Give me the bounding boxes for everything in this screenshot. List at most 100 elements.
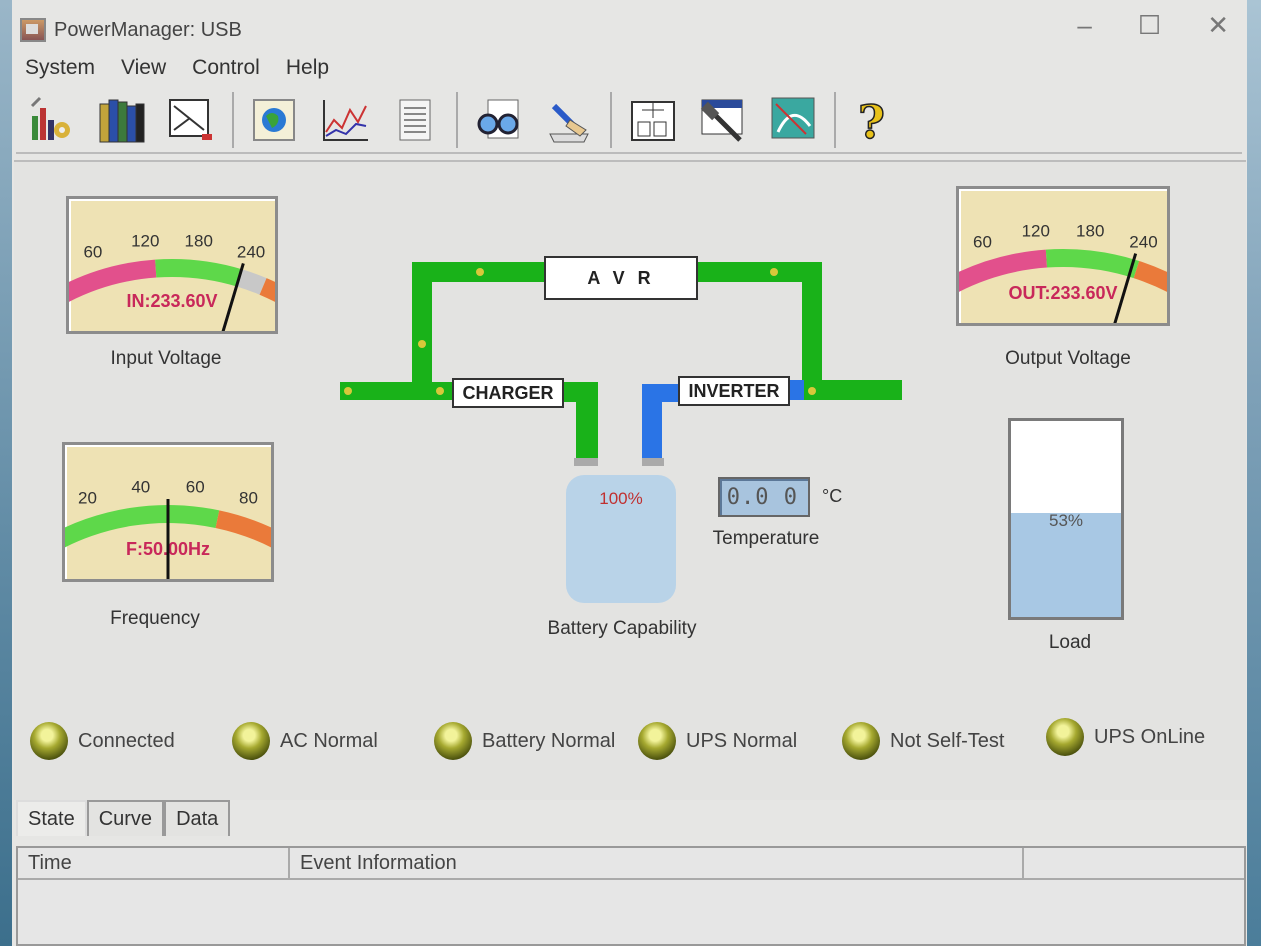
status-self-test: Not Self-Test bbox=[842, 722, 1004, 760]
input-voltage-meter: 060120180240300IN:233.60V bbox=[66, 196, 278, 334]
battery-percent: 100% bbox=[599, 489, 643, 508]
status-ac-normal: AC Normal bbox=[232, 722, 378, 760]
globe-icon bbox=[253, 99, 295, 141]
status-ups-online: UPS OnLine bbox=[1046, 718, 1205, 756]
gauge-scale-label: 180 bbox=[185, 231, 213, 250]
toolbar-document-button[interactable] bbox=[380, 90, 450, 150]
toolbar-separator bbox=[834, 92, 836, 148]
inverter-box: INVERTER bbox=[678, 376, 790, 406]
output-voltage-gauge: 060120180240300OUT:233.60V bbox=[959, 221, 1167, 323]
maximize-button[interactable]: ☐ bbox=[1138, 10, 1161, 41]
toolbar-hand-button[interactable] bbox=[534, 90, 604, 150]
input-voltage-gauge: 060120180240300IN:233.60V bbox=[69, 231, 275, 331]
books-icon bbox=[99, 99, 145, 143]
status-battery-normal: Battery Normal bbox=[434, 722, 615, 760]
toolbar-glasses-button[interactable] bbox=[464, 90, 534, 150]
status-label: Not Self-Test bbox=[890, 729, 1005, 752]
tab-curve[interactable]: Curve bbox=[86, 800, 165, 836]
toolbar-hammer-button[interactable] bbox=[688, 90, 758, 150]
input-riser bbox=[412, 262, 432, 400]
tab-data[interactable]: Data bbox=[164, 800, 231, 836]
menu-system[interactable]: System bbox=[12, 54, 108, 86]
gauge-scale-label: 60 bbox=[186, 477, 205, 496]
status-label: UPS OnLine bbox=[1094, 725, 1206, 748]
frequency-meter: 020406080100F:50.00Hz bbox=[62, 442, 274, 582]
frequency-label: Frequency bbox=[110, 608, 200, 629]
gauge-scale-label: 40 bbox=[131, 477, 150, 496]
toolbar-separator bbox=[610, 92, 612, 148]
app-icon bbox=[20, 18, 46, 42]
document-list-icon bbox=[399, 99, 431, 141]
toolbar-books-button[interactable] bbox=[86, 90, 156, 150]
led-icon bbox=[1046, 718, 1084, 756]
status-label: Battery Normal bbox=[482, 729, 616, 752]
status-connected: Connected bbox=[30, 722, 175, 760]
gauge-scale-label: 60 bbox=[83, 242, 102, 261]
hand-writing-icon bbox=[549, 103, 589, 143]
tab-strip: State Curve Data bbox=[16, 800, 231, 836]
toolbar: ? bbox=[16, 88, 1242, 154]
event-log-table: Time Event Information bbox=[16, 846, 1246, 946]
column-event-information[interactable]: Event Information bbox=[290, 848, 1024, 878]
output-voltage-meter: 060120180240300OUT:233.60V bbox=[956, 186, 1170, 326]
schedule-edit-icon bbox=[169, 99, 212, 140]
glasses-icon bbox=[477, 99, 519, 139]
chart-icon bbox=[323, 100, 368, 141]
toolbar-separator bbox=[456, 92, 458, 148]
load-gauge: 53% bbox=[1008, 418, 1124, 620]
title-bar: PowerManager: USB – ☐ ✕ bbox=[12, 10, 1247, 50]
column-time[interactable]: Time bbox=[18, 848, 290, 878]
close-button[interactable]: ✕ bbox=[1207, 10, 1229, 41]
temperature-unit: °C bbox=[822, 486, 843, 506]
led-icon bbox=[434, 722, 472, 760]
load-label: Load bbox=[1048, 632, 1092, 653]
gauge-band bbox=[155, 259, 243, 287]
battery-label: Battery Capability bbox=[547, 618, 697, 639]
charger-box: CHARGER bbox=[452, 378, 564, 408]
led-icon bbox=[638, 722, 676, 760]
gauge-scale-label: 240 bbox=[1129, 233, 1157, 252]
gauge-scale-label: 120 bbox=[131, 231, 159, 250]
inverter-line bbox=[642, 384, 682, 402]
led-icon bbox=[232, 722, 270, 760]
menu-bar: System View Control Help bbox=[12, 54, 342, 86]
hammer-icon bbox=[700, 99, 743, 142]
menu-help[interactable]: Help bbox=[273, 54, 342, 86]
battery-gauge: 100% bbox=[566, 475, 676, 603]
tab-state[interactable]: State bbox=[16, 800, 87, 836]
desktop-edge-right bbox=[1247, 0, 1261, 946]
event-log-header: Time Event Information bbox=[18, 848, 1244, 880]
satellite-icon bbox=[771, 97, 815, 139]
toolbar-help-button[interactable]: ? bbox=[842, 90, 912, 150]
toolbar-schedule-button[interactable] bbox=[156, 90, 226, 150]
menu-control[interactable]: Control bbox=[179, 54, 273, 86]
temperature-display: 0.0 0 bbox=[718, 477, 810, 517]
status-indicators: Connected AC Normal Battery Normal UPS N… bbox=[30, 718, 1230, 768]
gauge-band bbox=[1045, 249, 1140, 279]
toolbar-chart-button[interactable] bbox=[310, 90, 380, 150]
column-extra[interactable] bbox=[1024, 848, 1244, 878]
status-ups-normal: UPS Normal bbox=[638, 722, 797, 760]
minimize-button[interactable]: – bbox=[1077, 10, 1091, 41]
svg-text:?: ? bbox=[858, 96, 885, 144]
app-window: PowerManager: USB – ☐ ✕ System View Cont… bbox=[0, 0, 1261, 946]
toolbar-calendar-button[interactable] bbox=[618, 90, 688, 150]
output-line bbox=[802, 380, 902, 400]
toolbar-globe-button[interactable] bbox=[240, 90, 310, 150]
menu-view[interactable]: View bbox=[108, 54, 179, 86]
gauge-scale-label: 80 bbox=[239, 489, 258, 508]
avr-box: A V R bbox=[544, 256, 698, 300]
gauge-readout: OUT:233.60V bbox=[1008, 283, 1117, 303]
toolbar-satellite-button[interactable] bbox=[758, 90, 828, 150]
toolbar-config-button[interactable] bbox=[16, 90, 86, 150]
status-label: AC Normal bbox=[280, 729, 378, 752]
led-icon bbox=[30, 722, 68, 760]
gauge-readout: IN:233.60V bbox=[126, 291, 217, 311]
avr-output-line bbox=[680, 262, 820, 282]
config-tools-icon bbox=[30, 96, 70, 140]
toolbar-separator bbox=[232, 92, 234, 148]
desktop-edge-left bbox=[0, 0, 12, 946]
calendar-icon bbox=[631, 101, 675, 141]
gauge-scale-label: 120 bbox=[1022, 221, 1050, 240]
gauge-scale-label: 20 bbox=[78, 489, 97, 508]
